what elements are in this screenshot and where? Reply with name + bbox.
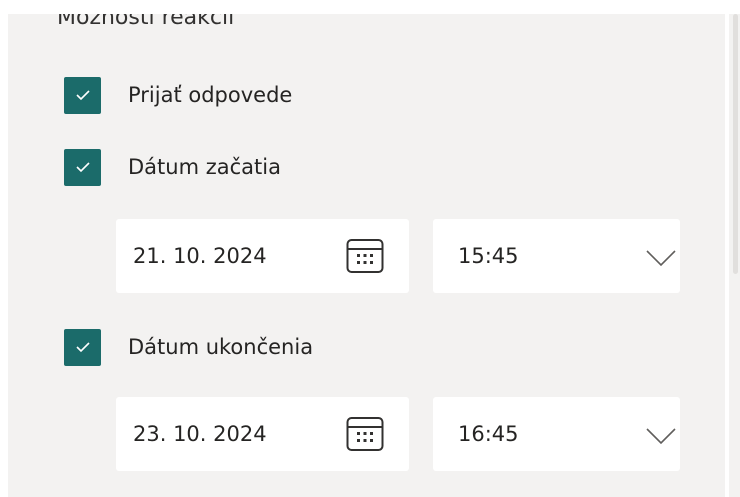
calendar-icon[interactable] — [346, 238, 384, 274]
check-icon — [75, 90, 90, 101]
accept-responses-checkbox[interactable] — [64, 76, 101, 114]
start-time-value: 15:45 — [458, 244, 519, 268]
end-date-option[interactable]: Dátum ukončenia — [64, 328, 314, 366]
scrollbar-thumb[interactable] — [733, 14, 738, 274]
start-date-option[interactable]: Dátum začatia — [64, 148, 281, 186]
accept-responses-label: Prijať odpovede — [128, 83, 293, 107]
end-date-value: 23. 10. 2024 — [133, 422, 267, 446]
end-date-checkbox[interactable] — [64, 328, 101, 366]
end-date-label: Dátum ukončenia — [128, 335, 314, 359]
start-date-checkbox[interactable] — [64, 148, 101, 186]
end-time-value: 16:45 — [458, 422, 519, 446]
calendar-icon[interactable] — [346, 416, 384, 452]
accept-responses-option[interactable]: Prijať odpovede — [64, 76, 293, 114]
check-icon — [75, 342, 90, 353]
start-date-value: 21. 10. 2024 — [133, 244, 267, 268]
check-icon — [75, 162, 90, 173]
start-date-label: Dátum začatia — [128, 155, 281, 179]
chevron-down-icon — [646, 250, 676, 267]
chevron-down-icon — [646, 428, 676, 445]
end-date-picker[interactable]: 23. 10. 2024 — [116, 397, 409, 471]
top-edge-mask — [0, 0, 740, 14]
start-date-picker[interactable]: 21. 10. 2024 — [116, 219, 409, 293]
end-time-dropdown[interactable]: 16:45 — [433, 397, 680, 471]
start-time-dropdown[interactable]: 15:45 — [433, 219, 680, 293]
